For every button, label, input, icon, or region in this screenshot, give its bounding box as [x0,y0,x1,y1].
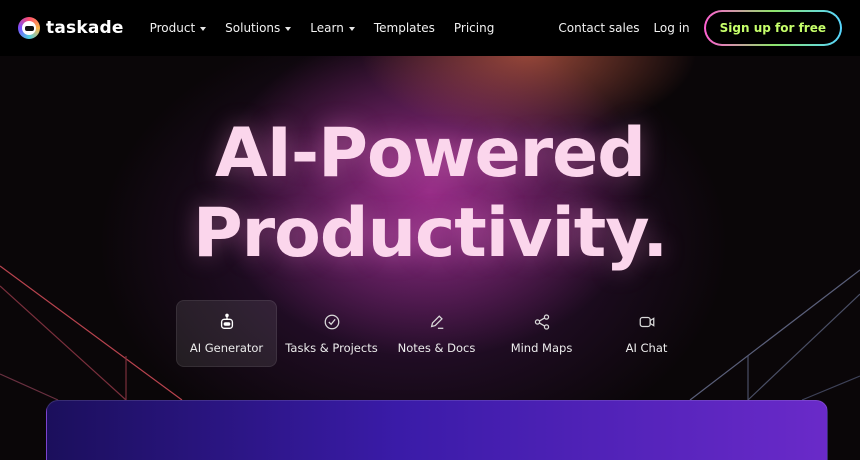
right-wire-line-c [801,375,860,401]
chevron-down-icon [285,26,292,31]
top-navbar: taskade Product Solutions Learn Template… [0,0,860,56]
check-circle-icon [322,312,342,332]
taskade-logo-icon [18,17,40,39]
hero-headline-line2: Productivity. [192,194,668,273]
tab-notes-docs[interactable]: Notes & Docs [386,300,487,367]
menu-item-learn[interactable]: Learn [310,21,355,35]
feature-tabs: AI Generator Tasks & Projects Notes & Do… [176,300,697,367]
video-chat-icon [637,312,657,332]
main-menu: Product Solutions Learn Templates Pricin… [150,21,495,35]
tab-tasks-projects[interactable]: Tasks & Projects [281,300,382,367]
left-wire-line-c [0,373,59,401]
contact-sales-link[interactable]: Contact sales [558,21,639,35]
hero-headline-line1: AI-Powered [215,114,646,193]
chevron-down-icon [348,26,355,31]
tab-mind-maps[interactable]: Mind Maps [491,300,592,367]
tab-label: Tasks & Projects [285,341,378,355]
tab-label: Notes & Docs [397,341,476,355]
tab-label: AI Chat [625,341,668,355]
menu-item-pricing[interactable]: Pricing [454,21,494,35]
menu-item-label: Learn [310,21,344,35]
tab-label: AI Generator [189,341,264,355]
tab-ai-chat[interactable]: AI Chat [596,300,697,367]
login-link[interactable]: Log in [653,21,689,35]
taskade-logo[interactable]: taskade [18,17,124,39]
nav-actions: Contact sales Log in Sign up for free [558,10,842,46]
hero-section: AI-Powered Productivity. AI Generator Ta… [0,56,860,460]
chevron-down-icon [200,26,207,31]
brand-name: taskade [46,18,124,38]
menu-item-label: Pricing [453,21,495,35]
menu-item-templates[interactable]: Templates [374,21,435,35]
tab-label: Mind Maps [510,341,573,355]
pencil-icon [427,312,447,332]
right-wire-line-a [689,269,860,401]
left-wire-line-a [0,265,183,401]
signup-button[interactable]: Sign up for free [704,10,842,46]
menu-item-label: Product [149,21,196,35]
menu-item-label: Solutions [225,21,281,35]
right-wire-line-b [747,293,860,401]
menu-item-label: Templates [373,21,435,35]
product-preview-panel [46,400,828,460]
share-nodes-icon [532,312,552,332]
menu-item-product[interactable]: Product [150,21,207,35]
menu-item-solutions[interactable]: Solutions [225,21,292,35]
robot-icon [217,312,237,332]
tab-ai-generator[interactable]: AI Generator [176,300,277,367]
